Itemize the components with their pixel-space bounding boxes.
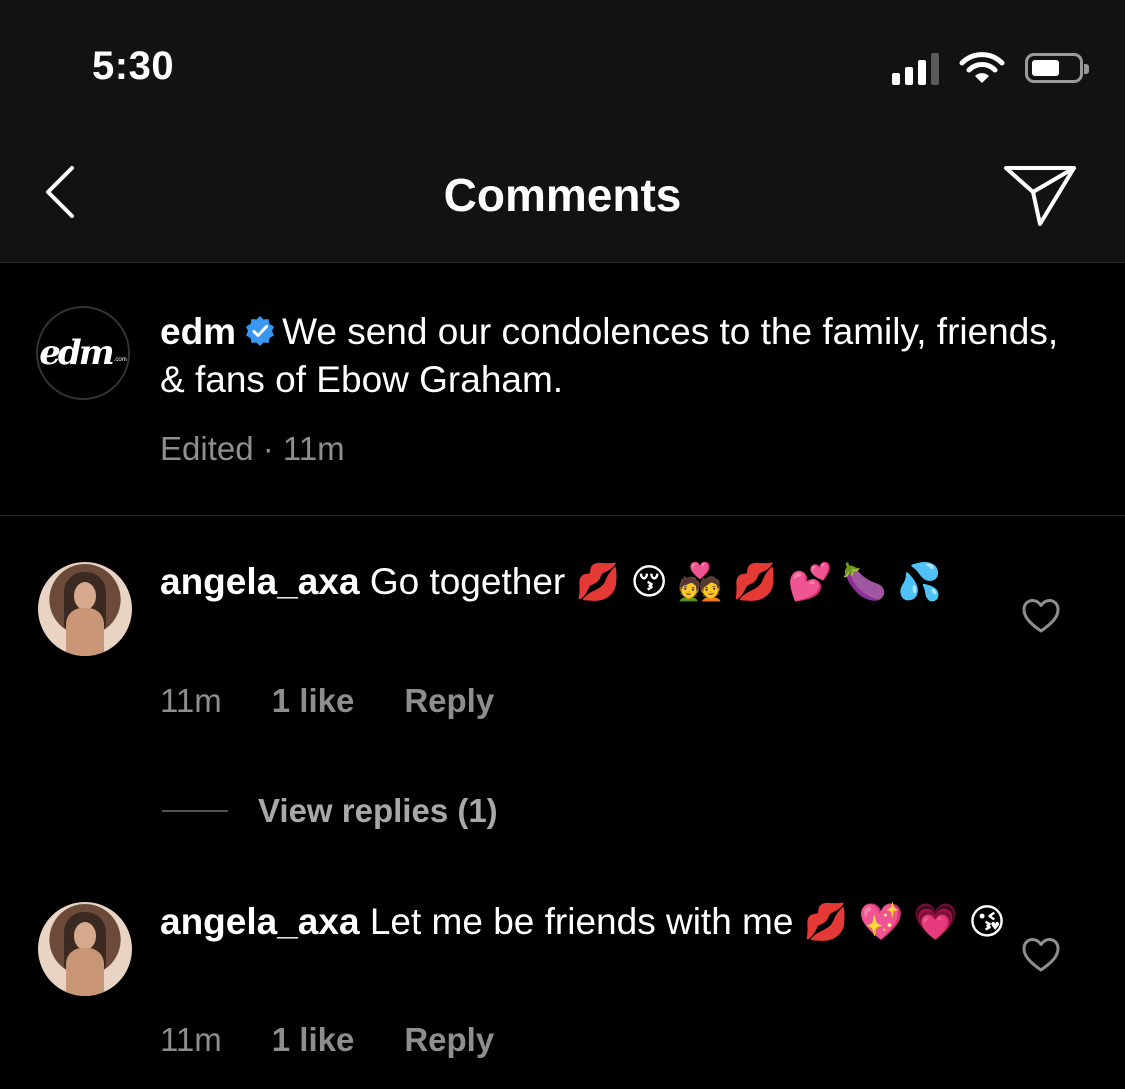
comment-text: angela_axa Let me be friends with me 💋 💖… (160, 900, 1020, 944)
reply-button[interactable]: Reply (404, 1021, 494, 1059)
caption-divider (0, 515, 1125, 516)
comment-body: Go together (369, 561, 566, 602)
reply-button[interactable]: Reply (404, 682, 494, 720)
header-divider (0, 262, 1125, 263)
edm-logo: edm (39, 333, 114, 373)
top-bar (0, 0, 1125, 262)
comment-time: 11m (160, 682, 222, 719)
view-replies-label: View replies (1) (258, 792, 498, 829)
comment-time: 11m (160, 1021, 222, 1058)
wifi-icon (959, 52, 1005, 83)
verified-badge-icon (246, 316, 275, 346)
caption-meta: Edited · 11m (160, 430, 345, 468)
status-time: 5:30 (92, 44, 175, 88)
meta-separator: · (262, 430, 274, 467)
likes-count[interactable]: 1 like (272, 682, 355, 720)
cellular-signal-icon (892, 51, 939, 85)
comment-body: Let me be friends with me (369, 901, 794, 942)
comment-username[interactable]: angela_axa (160, 561, 360, 602)
likes-count[interactable]: 1 like (272, 1021, 355, 1059)
avatar[interactable]: edm .com (36, 306, 130, 400)
caption: edm We send our condolences to the famil… (160, 308, 1080, 404)
avatar[interactable] (38, 562, 132, 656)
status-icons (892, 46, 1089, 90)
caption-time: 11m (282, 430, 345, 467)
caption-text: We send our condolences to the family, f… (160, 311, 1059, 400)
comment-meta: 11m 1 like Reply (160, 682, 494, 720)
edm-logo-suffix: .com (113, 357, 127, 363)
heart-outline-icon[interactable] (1020, 596, 1062, 636)
comment-emojis: 💋 😚 💑 💋 💕 🍆 💦 (575, 561, 943, 602)
caption-username[interactable]: edm (160, 311, 236, 352)
comment-text: angela_axa Go together 💋 😚 💑 💋 💕 🍆 💦 (160, 560, 1020, 604)
avatar[interactable] (38, 902, 132, 996)
replies-line (162, 810, 228, 812)
view-replies-button[interactable]: View replies (1) (162, 792, 498, 830)
heart-outline-icon[interactable] (1020, 935, 1062, 975)
comment-emojis: 💋 💖 💗 😘 (803, 901, 1006, 942)
edited-label: Edited (160, 430, 254, 467)
comment-meta: 11m 1 like Reply (160, 1021, 494, 1059)
battery-icon (1025, 53, 1089, 83)
paper-plane-icon[interactable] (1000, 160, 1080, 230)
comment-username[interactable]: angela_axa (160, 901, 360, 942)
page-title: Comments (443, 169, 682, 221)
